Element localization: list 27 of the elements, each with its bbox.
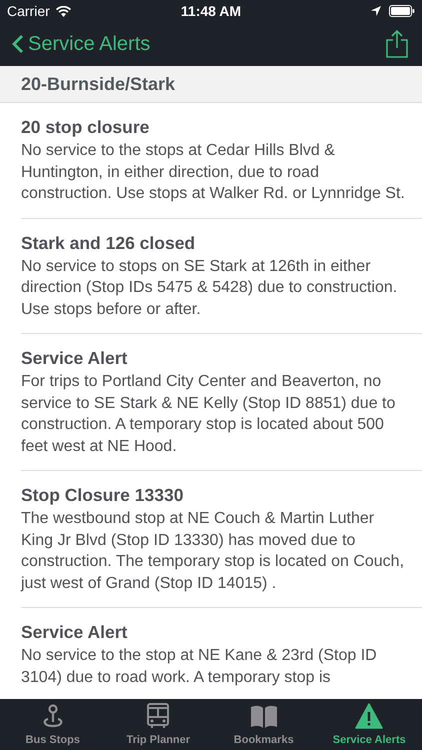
warning-icon xyxy=(355,702,384,728)
wifi-icon xyxy=(56,6,71,16)
alert-body: No service to stops on SE Stark at 126th in either direction (Stop IDs 5475 & 5428) due to construction. Use stops before or after. xyxy=(21,256,398,320)
book-icon xyxy=(250,704,278,728)
tab-bar-item[interactable]: Bookmarks xyxy=(211,699,316,750)
share-button[interactable] xyxy=(384,28,410,60)
share-icon xyxy=(386,30,408,58)
alert-title: Stop Closure 13330 xyxy=(21,484,184,507)
tab-bar-item[interactable]: Trip Planner xyxy=(106,699,211,750)
alert-title: Stark and 126 closed xyxy=(21,232,196,254)
carrier-label: Carrier xyxy=(7,2,50,20)
alert-title: 20 stop closure xyxy=(21,116,150,139)
status-time: 11:48 AM xyxy=(180,2,242,20)
back-button[interactable]: Service Alerts xyxy=(12,29,150,59)
location-arrow-icon xyxy=(371,6,381,16)
alert-body: No service to the stop at NE Kane & 23rd (Stop ID 3104) due to road work. A temporary stop is xyxy=(21,646,378,688)
bus-icon xyxy=(146,702,170,728)
alert-body: No service to the stops at Cedar Hills Blvd & Huntington, in either direction, due to road construction. Use stops at Walker Rd. or Lynnridge St. xyxy=(21,141,406,204)
tab-bar-item[interactable]: Bus Stops xyxy=(0,699,106,750)
battery-icon xyxy=(389,5,415,17)
alert-title: Service Alert xyxy=(21,621,128,644)
alert-body: The westbound stop at NE Couch & Martin Luther King Jr Blvd (Stop ID 13330) has moved due to construction. The temporary stop is located on Couch, just west of Grand (Stop ID 14015) . xyxy=(21,509,406,594)
alert-title: Service Alert xyxy=(21,347,128,370)
back-chevron-icon xyxy=(12,34,24,54)
section-header: 20-Burnside/Stark xyxy=(0,66,422,103)
tab-bar-item[interactable]: Service Alerts xyxy=(316,699,422,750)
alert-body: For trips to Portland City Center and Beaverton, no service to SE Stark & NE Kelly (Stop ID 8851) due to construction. A temporary stop is located about 500 feet west at NE Hood. xyxy=(21,372,396,456)
